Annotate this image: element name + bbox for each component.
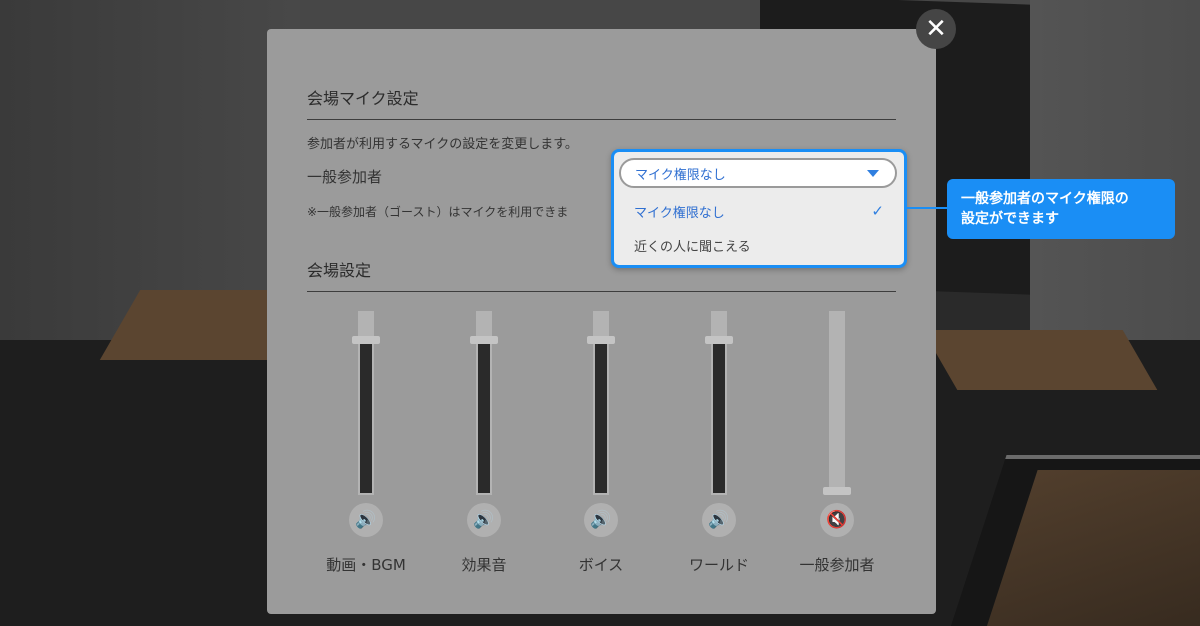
settings-modal: 会場マイク設定 参加者が利用するマイクの設定を変更します。 一般参加者 ※一般参… — [267, 29, 936, 614]
volume-slider[interactable] — [587, 311, 615, 495]
slider-thumb[interactable] — [705, 336, 733, 344]
tooltip-callout: 一般参加者のマイク権限の 設定ができます — [947, 179, 1175, 239]
close-button[interactable]: ✕ — [916, 9, 956, 49]
speaker-icon[interactable]: 🔊 — [467, 503, 501, 537]
check-icon: ✓ — [871, 202, 884, 220]
slider-fill — [360, 344, 372, 493]
speaker-muted-icon[interactable]: 🔇 — [820, 503, 854, 537]
volume-slider[interactable] — [352, 311, 380, 495]
general-participant-label: 一般参加者 — [307, 168, 383, 186]
mic-option-nearby[interactable]: 近くの人に聞こえる — [634, 236, 884, 255]
volume-slider[interactable] — [470, 311, 498, 495]
speaker-icon[interactable]: 🔊 — [349, 503, 383, 537]
slider-thumb[interactable] — [587, 336, 615, 344]
speaker-icon[interactable]: 🔊 — [702, 503, 736, 537]
mic-option-label: マイク権限なし — [634, 206, 725, 221]
caret-down-icon — [867, 169, 879, 177]
mic-permission-dropdown: マイク権限なし マイク権限なし ✓ 近くの人に聞こえる — [611, 149, 907, 268]
slider-thumb[interactable] — [470, 336, 498, 344]
channel-label: 動画・BGM — [326, 556, 406, 574]
mic-option-no-permission[interactable]: マイク権限なし ✓ — [634, 202, 884, 221]
channel-label: ワールド — [688, 556, 749, 574]
mic-section-title: 会場マイク設定 — [307, 85, 896, 120]
volume-slider[interactable] — [823, 311, 851, 495]
slider-thumb[interactable] — [823, 487, 851, 495]
tooltip-line: 一般参加者のマイク権限の — [961, 191, 1129, 207]
mic-option-label: 近くの人に聞こえる — [634, 240, 751, 255]
scene-floor-wood — [922, 330, 1158, 390]
slider-fill — [478, 344, 490, 493]
volume-slider[interactable] — [705, 311, 733, 495]
slider-fill — [713, 344, 725, 493]
tooltip-connector — [907, 207, 947, 209]
close-icon: ✕ — [925, 14, 947, 44]
mic-section-description: 参加者が利用するマイクの設定を変更します。 — [307, 137, 578, 152]
channel-label: 効果音 — [461, 556, 507, 574]
channel-label: 一般参加者 — [799, 556, 875, 574]
mic-permission-select[interactable]: マイク権限なし — [619, 158, 897, 188]
ghost-note: ※一般参加者（ゴースト）はマイクを利用できま — [307, 205, 569, 219]
channel-label: ボイス — [578, 556, 624, 574]
tooltip-line: 設定ができます — [961, 211, 1059, 227]
slider-fill — [595, 344, 607, 493]
speaker-icon[interactable]: 🔊 — [584, 503, 618, 537]
mic-permission-selected-value: マイク権限なし — [635, 167, 726, 183]
slider-thumb[interactable] — [352, 336, 380, 344]
slider-track — [829, 311, 845, 495]
